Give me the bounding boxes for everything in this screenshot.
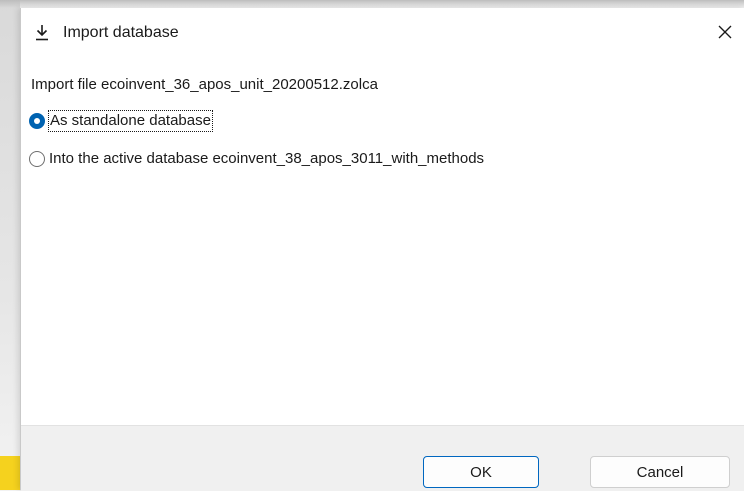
radio-selected-icon[interactable] bbox=[29, 113, 45, 129]
background-top-edge bbox=[0, 0, 744, 8]
option-active-label: Into the active database ecoinvent_38_ap… bbox=[49, 150, 485, 167]
ok-button[interactable]: OK bbox=[423, 456, 539, 488]
import-database-dialog: Import database Import file ecoinvent_36… bbox=[20, 8, 744, 491]
cancel-button[interactable]: Cancel bbox=[590, 456, 730, 488]
background-window-edge bbox=[0, 0, 20, 490]
close-icon bbox=[717, 24, 733, 45]
option-standalone-label: As standalone database bbox=[48, 110, 213, 132]
background-yellow-patch bbox=[0, 456, 20, 490]
option-active-database[interactable]: Into the active database ecoinvent_38_ap… bbox=[29, 149, 484, 169]
option-standalone-database[interactable]: As standalone database bbox=[29, 110, 213, 132]
dialog-footer: OK Cancel bbox=[21, 425, 744, 491]
dialog-content: Import file ecoinvent_36_apos_unit_20200… bbox=[21, 60, 744, 425]
radio-unselected-icon[interactable] bbox=[29, 151, 45, 167]
dialog-title: Import database bbox=[63, 24, 179, 41]
import-file-label: Import file ecoinvent_36_apos_unit_20200… bbox=[31, 76, 378, 93]
title-bar: Import database bbox=[21, 8, 744, 60]
close-button[interactable] bbox=[705, 16, 744, 52]
download-icon bbox=[35, 24, 49, 42]
